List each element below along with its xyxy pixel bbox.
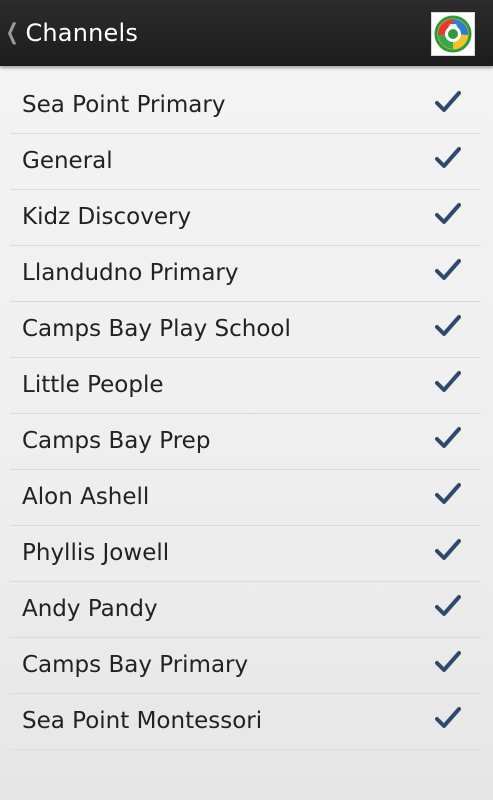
channel-row[interactable]: Sea Point Montessori bbox=[10, 694, 481, 750]
channel-row[interactable]: Little People bbox=[10, 358, 481, 414]
channel-name: Sea Point Montessori bbox=[22, 708, 263, 734]
checkmark-icon[interactable] bbox=[435, 705, 461, 731]
channel-name: Little People bbox=[22, 372, 164, 398]
channel-name: Alon Ashell bbox=[22, 484, 150, 510]
channel-name: Camps Bay Primary bbox=[22, 652, 249, 678]
channel-list: Sea Point Primary General Kidz Discovery… bbox=[10, 78, 481, 750]
channel-name: Andy Pandy bbox=[22, 596, 158, 622]
logo-graphic bbox=[434, 15, 472, 53]
page-title: Channels bbox=[25, 19, 139, 47]
channel-row[interactable]: Alon Ashell bbox=[10, 470, 481, 526]
checkmark-icon[interactable] bbox=[435, 201, 461, 227]
checkmark-icon[interactable] bbox=[435, 89, 461, 115]
checkmark-icon[interactable] bbox=[435, 313, 461, 339]
channel-row[interactable]: Llandudno Primary bbox=[10, 246, 481, 302]
channel-name: Camps Bay Prep bbox=[22, 428, 211, 454]
checkmark-icon[interactable] bbox=[435, 537, 461, 563]
channel-row[interactable]: Camps Bay Primary bbox=[10, 638, 481, 694]
channel-row[interactable]: Sea Point Primary bbox=[10, 78, 481, 134]
channel-name: Llandudno Primary bbox=[22, 260, 239, 286]
channel-name: Phyllis Jowell bbox=[22, 540, 170, 566]
checkmark-icon[interactable] bbox=[435, 145, 461, 171]
channel-row[interactable]: Andy Pandy bbox=[10, 582, 481, 638]
checkmark-icon[interactable] bbox=[435, 425, 461, 451]
channel-row[interactable]: Phyllis Jowell bbox=[10, 526, 481, 582]
action-bar: ❮ Channels bbox=[0, 0, 493, 66]
channel-name: Sea Point Primary bbox=[22, 92, 226, 118]
channel-name: Camps Bay Play School bbox=[22, 316, 291, 342]
checkmark-icon[interactable] bbox=[435, 257, 461, 283]
checkmark-icon[interactable] bbox=[435, 649, 461, 675]
back-button[interactable]: ❮ Channels bbox=[0, 0, 146, 66]
checkmark-icon[interactable] bbox=[435, 593, 461, 619]
channel-row[interactable]: Kidz Discovery bbox=[10, 190, 481, 246]
channel-row[interactable]: General bbox=[10, 134, 481, 190]
chevron-left-icon: ❮ bbox=[5, 20, 19, 45]
channel-row[interactable]: Camps Bay Play School bbox=[10, 302, 481, 358]
channel-name: General bbox=[22, 148, 113, 174]
checkmark-icon[interactable] bbox=[435, 481, 461, 507]
channel-row[interactable]: Camps Bay Prep bbox=[10, 414, 481, 470]
channel-name: Kidz Discovery bbox=[22, 204, 192, 230]
checkmark-icon[interactable] bbox=[435, 369, 461, 395]
school-logo-icon[interactable] bbox=[431, 12, 475, 56]
